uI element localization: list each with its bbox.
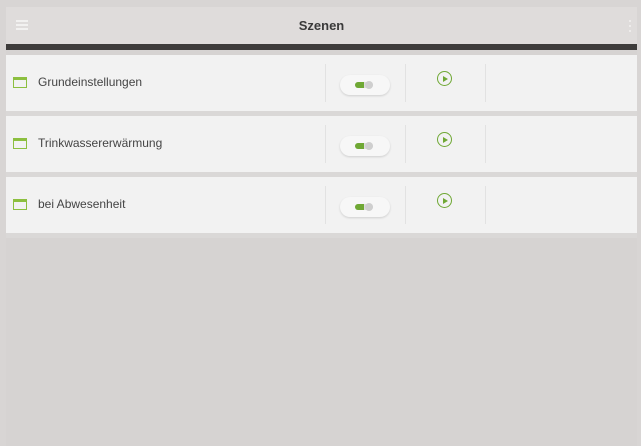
column-divider [405,125,406,163]
scene-toggle[interactable] [340,136,390,156]
column-divider [485,64,486,102]
column-divider [405,186,406,224]
column-divider [325,125,326,163]
scene-label: Grundeinstellungen [38,75,143,89]
scene-list: Grundeinstellungen Trinkwassererwärmung [6,55,637,238]
calendar-icon [13,138,27,149]
scene-row[interactable]: Trinkwassererwärmung [6,116,637,177]
play-circle-icon[interactable] [437,193,452,208]
toggle-knob [365,203,373,211]
calendar-icon [13,77,27,88]
scene-row[interactable]: Grundeinstellungen [6,55,637,116]
toggle-knob [365,142,373,150]
top-app-bar: Szenen [6,7,637,50]
column-divider [325,186,326,224]
play-circle-icon[interactable] [437,132,452,147]
more-vertical-icon[interactable] [628,20,631,32]
play-circle-icon[interactable] [437,71,452,86]
scene-row[interactable]: bei Abwesenheit [6,177,637,238]
scene-toggle[interactable] [340,75,390,95]
toggle-knob [365,81,373,89]
column-divider [485,186,486,224]
scene-label: Trinkwassererwärmung [38,136,163,150]
column-divider [485,125,486,163]
column-divider [325,64,326,102]
scene-label: bei Abwesenheit [38,197,126,211]
app-window: Szenen Grundeinstellungen Trinkwassererw… [6,7,637,446]
scene-toggle[interactable] [340,197,390,217]
column-divider [405,64,406,102]
page-title: Szenen [298,18,345,33]
calendar-icon [13,199,27,210]
